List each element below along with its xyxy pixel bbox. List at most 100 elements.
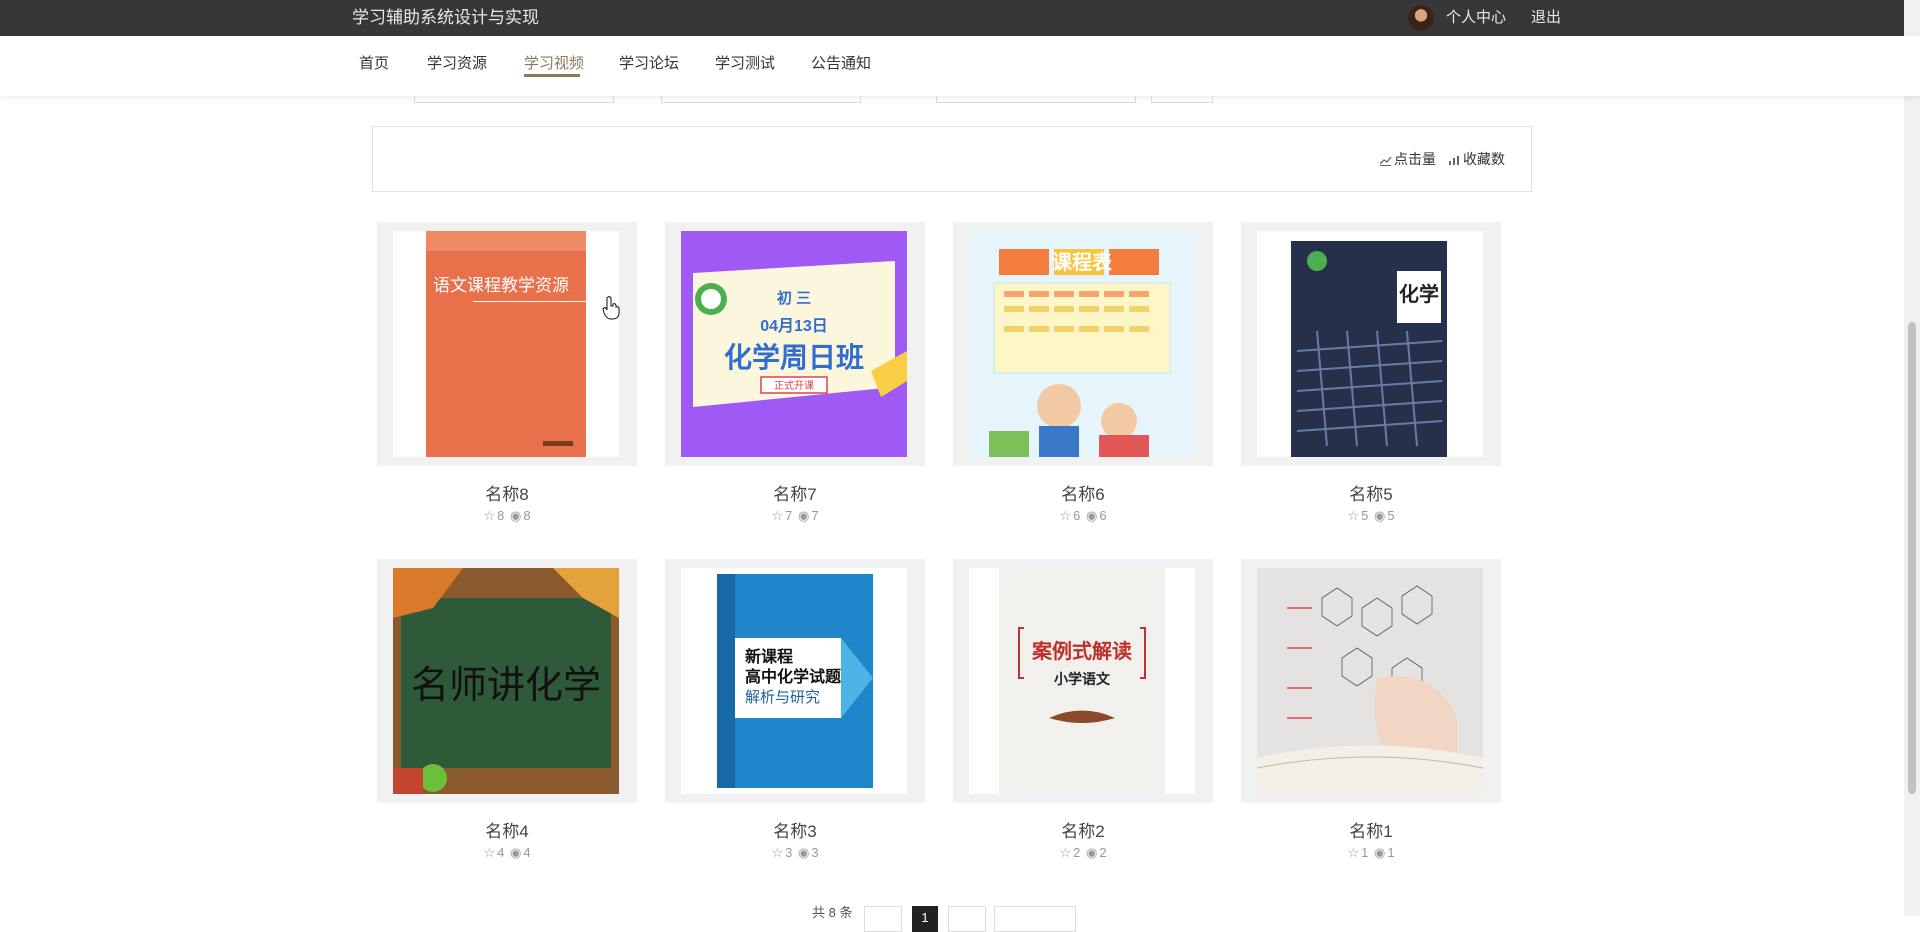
favorite-count: 6 [1073,508,1081,523]
card-name[interactable]: 名称8 [377,480,637,505]
thumb-frame: 课程表 [953,222,1213,466]
nav-item-tests[interactable]: 学习测试 [715,36,775,92]
card-stats: ☆ 6 ◉ 6 [953,508,1213,524]
sort-by-favorites[interactable]: 收藏数 [1448,149,1505,169]
thumbnail-chemistry-book[interactable]: 化学 [1257,231,1483,457]
view-count: 5 [1387,508,1395,523]
card-name[interactable]: 名称5 [1241,480,1501,505]
card-name[interactable]: 名称1 [1241,817,1501,842]
star-icon: ☆ [483,845,496,860]
user-avatar[interactable] [1408,5,1434,31]
view-count: 3 [811,845,819,860]
card-stats: ☆ 4 ◉ 4 [377,845,637,861]
eye-icon: ◉ [797,845,810,860]
view-count: 4 [523,845,531,860]
favorite-count: 2 [1073,845,1081,860]
thumb-line1: 案例式解读 [1031,639,1132,663]
hand-cursor-icon [602,296,620,320]
pagination-next[interactable] [948,906,986,932]
favorite-count: 5 [1361,508,1369,523]
site-title[interactable]: 学习辅助系统设计与实现 [352,0,539,36]
sort-bar: 点击量 收藏数 [372,126,1532,192]
nav-item-forum[interactable]: 学习论坛 [619,36,679,92]
card-name[interactable]: 名称3 [665,817,925,842]
thumb-badge: 正式开课 [774,379,814,392]
page-number: 1 [921,910,929,925]
thumbnail-chemistry-exam-book[interactable]: 新课程 高中化学试题 解析与研究 [681,568,907,794]
eye-icon: ◉ [797,508,810,523]
thumb-line1: 新课程 [745,647,793,666]
view-count: 7 [811,508,819,523]
view-count: 2 [1099,845,1107,860]
pagination-total: 共 8 条 [812,905,853,920]
view-count: 6 [1099,508,1107,523]
favorite-count: 7 [785,508,793,523]
favorite-count: 8 [497,508,505,523]
star-icon: ☆ [1347,845,1360,860]
thumbnail-chinese-resources[interactable]: 语文课程教学资源 [393,231,619,457]
thumb-frame: 初 三 04月13日 化学周日班 正式开课 [665,222,925,466]
card-stats: ☆ 8 ◉ 8 [377,508,637,524]
top-bar: 学习辅助系统设计与实现 个人中心 退出 [0,0,1920,36]
view-count: 1 [1387,845,1395,860]
thumb-frame: 案例式解读 小学语文 [953,559,1213,803]
card-stats: ☆ 2 ◉ 2 [953,845,1213,861]
thumb-frame: 新课程 高中化学试题 解析与研究 [665,559,925,803]
pagination-prev[interactable] [864,906,902,932]
card-stats: ☆ 1 ◉ 1 [1241,845,1501,861]
bar-chart-icon [1449,156,1459,165]
eye-icon: ◉ [1373,845,1386,860]
thumbnail-schedule[interactable]: 课程表 [969,231,1195,457]
thumb-frame: 语文课程教学资源 [377,222,637,466]
star-icon: ☆ [483,508,496,523]
favorite-count: 4 [497,845,505,860]
thumb-date: 04月13日 [760,317,828,335]
thumbnail-chemistry-sunday[interactable]: 初 三 04月13日 化学周日班 正式开课 [681,231,907,457]
personal-center-link[interactable]: 个人中心 [1446,0,1506,36]
thumb-title: 化学 [1399,282,1439,306]
thumbnail-case-analysis-book[interactable]: 案例式解读 小学语文 [969,568,1195,794]
star-icon: ☆ [771,845,784,860]
view-count: 8 [523,508,531,523]
star-icon: ☆ [1059,845,1072,860]
card-name[interactable]: 名称7 [665,480,925,505]
sort-by-clicks[interactable]: 点击量 [1379,149,1436,169]
card-name[interactable]: 名称2 [953,817,1213,842]
sort-favorites-label: 收藏数 [1463,151,1505,167]
eye-icon: ◉ [509,508,522,523]
thumb-line2: 小学语文 [1054,671,1111,688]
nav-item-home[interactable]: 首页 [359,36,389,92]
thumb-line2: 高中化学试题 [745,667,842,686]
thumb-title: 课程表 [1052,250,1113,274]
eye-icon: ◉ [1373,508,1386,523]
star-icon: ☆ [771,508,784,523]
star-icon: ☆ [1059,508,1072,523]
logout-link[interactable]: 退出 [1531,0,1561,36]
thumb-frame: 化学 [1241,222,1501,466]
card-name[interactable]: 名称6 [953,480,1213,505]
nav-item-resources[interactable]: 学习资源 [427,36,487,92]
thumb-frame: 名师讲化学 [377,559,637,803]
nav-active-underline [524,74,580,77]
eye-icon: ◉ [1085,508,1098,523]
nav-item-videos[interactable]: 学习视频 [524,36,584,92]
thumbnail-molecules-hand[interactable] [1257,568,1483,794]
eye-icon: ◉ [509,845,522,860]
card-name[interactable]: 名称4 [377,817,637,842]
scrollbar-thumb[interactable] [1908,322,1916,794]
card-stats: ☆ 7 ◉ 7 [665,508,925,524]
sort-clicks-label: 点击量 [1394,151,1436,167]
eye-icon: ◉ [1085,845,1098,860]
thumbnail-chalkboard[interactable]: 名师讲化学 [393,568,619,794]
trend-icon [1379,156,1392,166]
thumb-line3: 解析与研究 [745,689,820,706]
pagination-page-current[interactable]: 1 [912,906,938,932]
main-nav: 首页 学习资源 学习视频 学习论坛 学习测试 公告通知 [0,36,1920,96]
favorite-count: 1 [1361,845,1369,860]
nav-item-notices[interactable]: 公告通知 [811,36,871,92]
pagination-page-size[interactable] [994,906,1076,932]
star-icon: ☆ [1347,508,1360,523]
thumb-frame [1241,559,1501,803]
thumb-title: 名师讲化学 [411,663,601,707]
favorite-count: 3 [785,845,793,860]
